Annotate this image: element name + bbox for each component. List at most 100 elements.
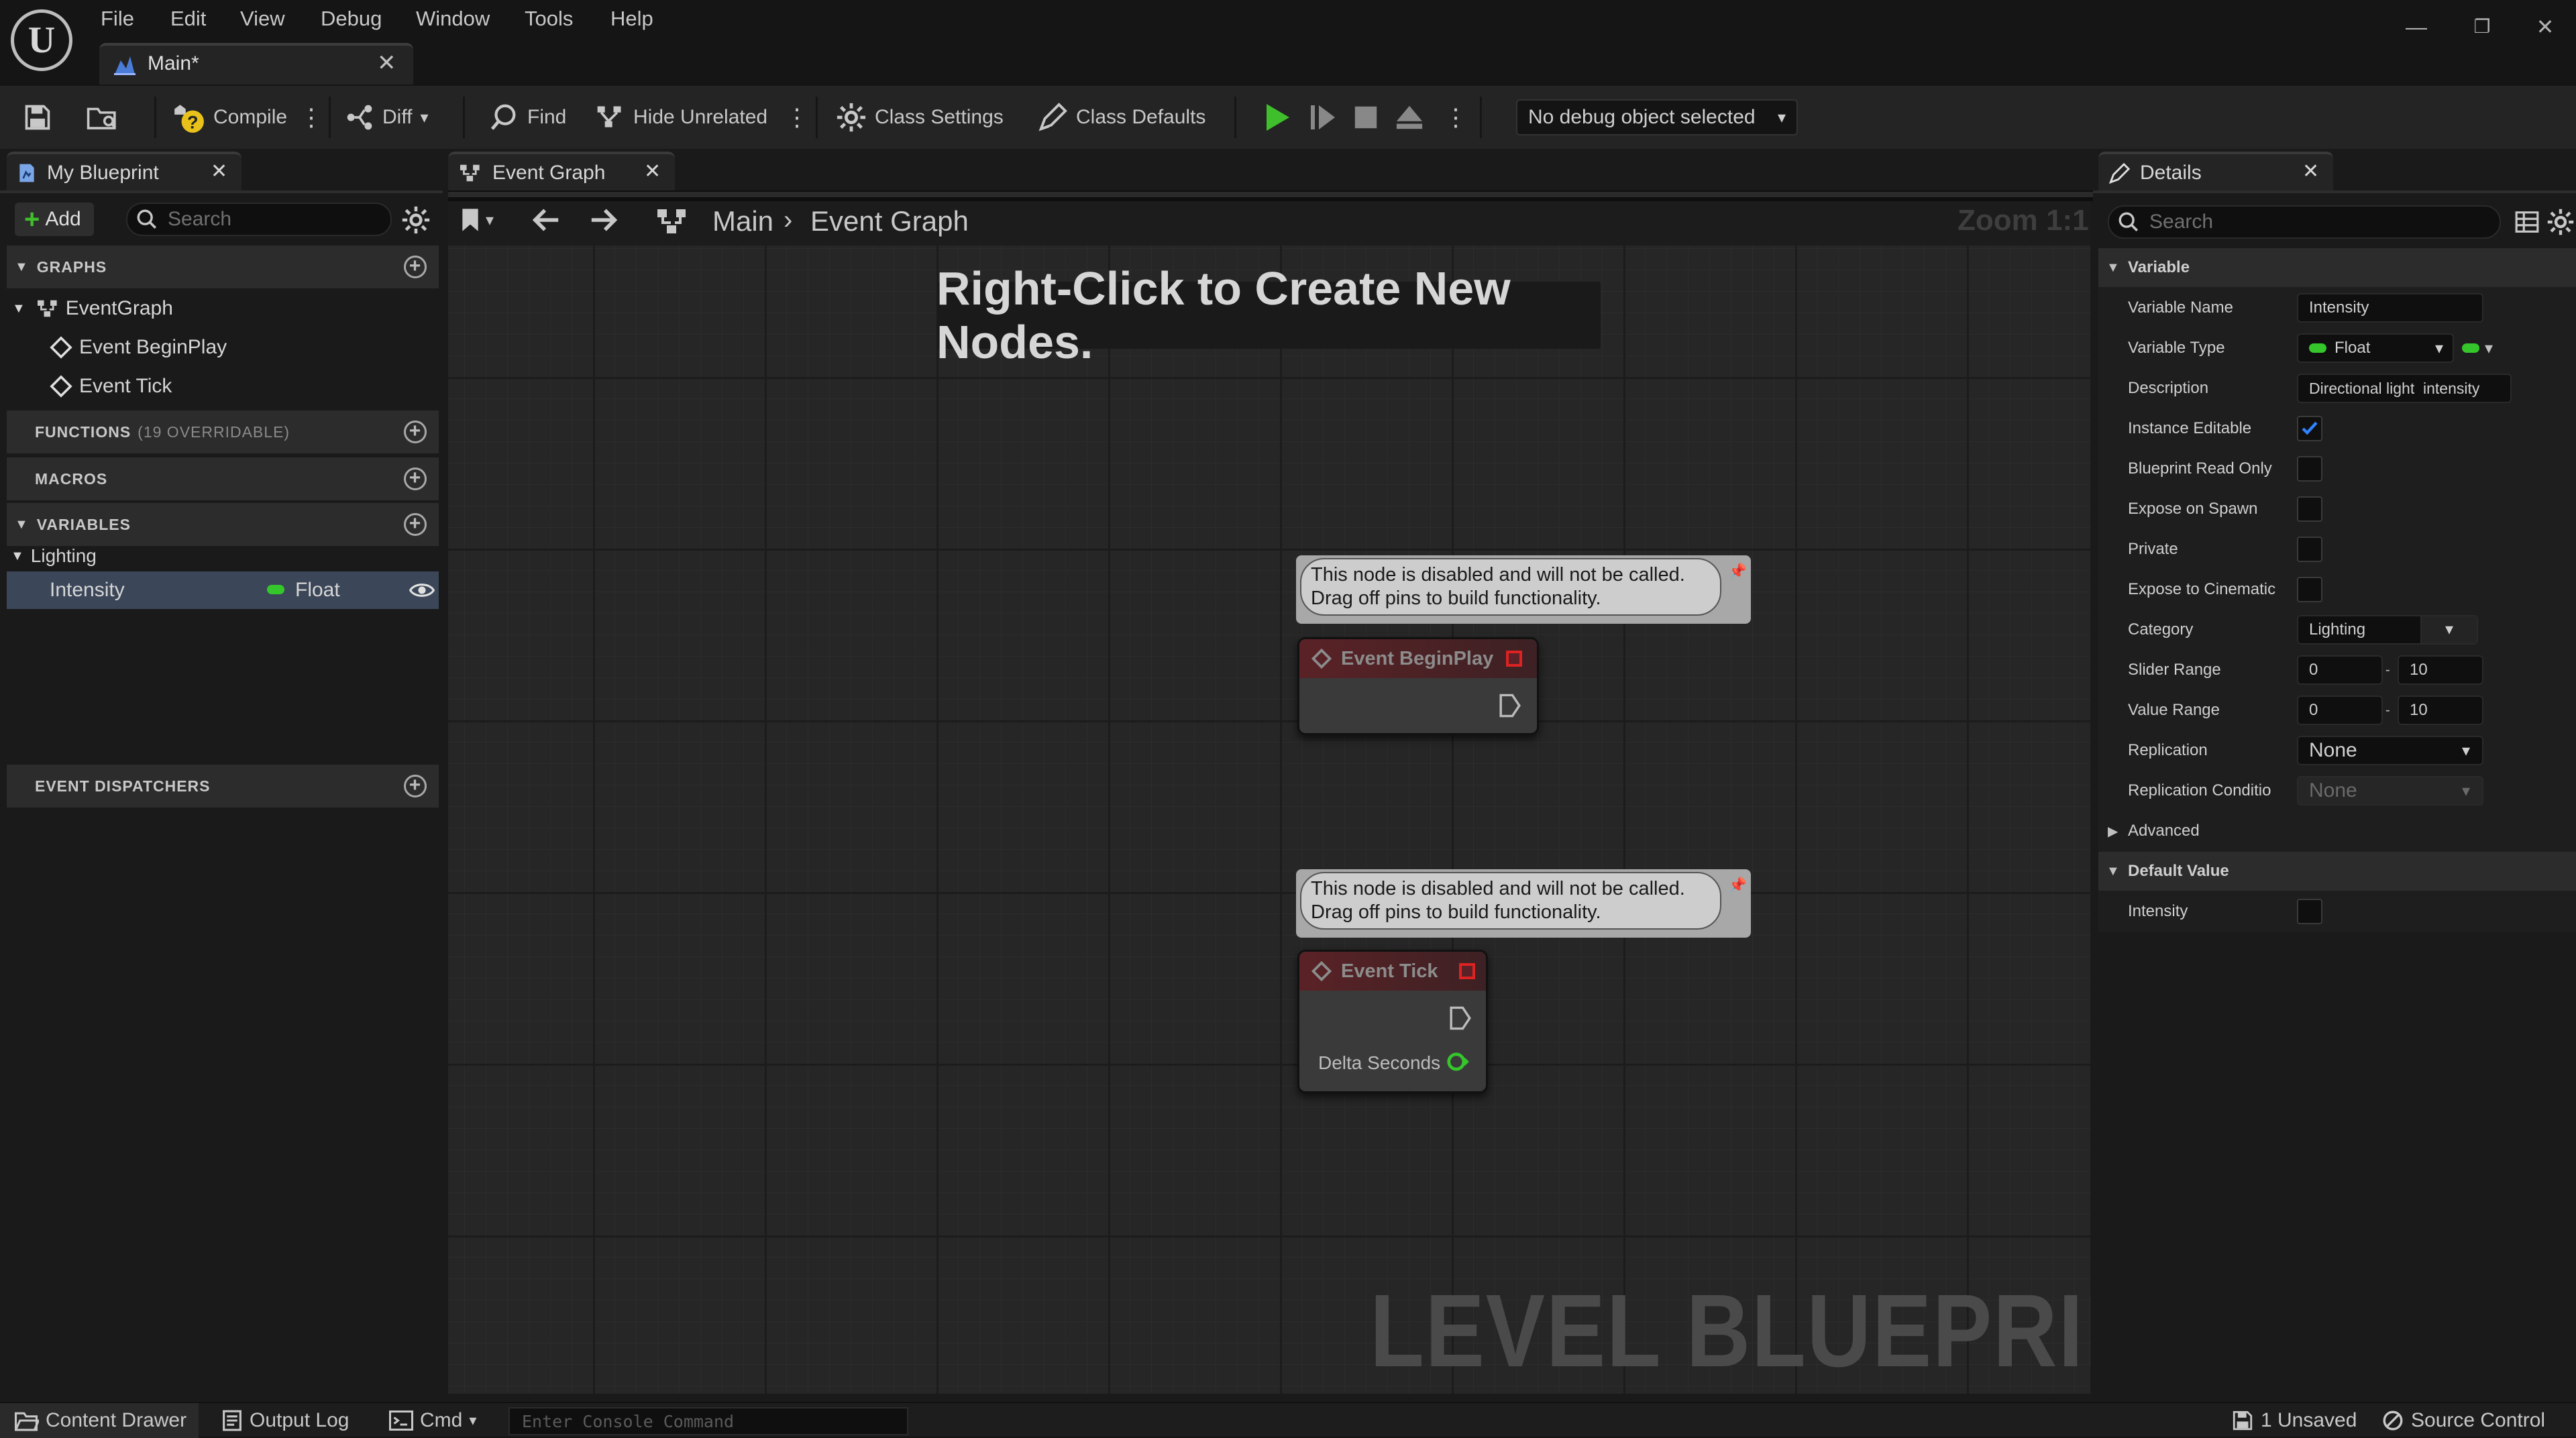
class-settings-button[interactable]: Class Settings xyxy=(836,86,1004,149)
play-button[interactable] xyxy=(1264,86,1291,149)
chevron-down-icon[interactable]: ▾ xyxy=(2420,616,2477,643)
tree-item-eventgraph[interactable]: ▼ EventGraph xyxy=(12,290,173,327)
graph-canvas[interactable]: ▾ Main › Event Graph Zoom 1:1 Right-Clic… xyxy=(448,201,2090,1394)
browse-button[interactable] xyxy=(86,86,119,149)
find-button[interactable]: Find xyxy=(488,86,566,149)
tree-item-event-tick[interactable]: Event Tick xyxy=(50,368,172,405)
variables-section-header[interactable]: ▼ VARIABLES + xyxy=(7,503,439,546)
stop-button[interactable] xyxy=(1354,86,1378,149)
bookmark-icon[interactable] xyxy=(459,207,482,233)
description-input[interactable]: Directional light intensity xyxy=(2297,374,2512,403)
menu-view[interactable]: View xyxy=(240,3,285,35)
menu-tools[interactable]: Tools xyxy=(525,3,573,35)
menu-window[interactable]: Window xyxy=(416,3,490,35)
add-graph-icon[interactable]: + xyxy=(404,256,427,278)
close-icon[interactable]: ✕ xyxy=(2302,160,2319,183)
blueprint-read-only-checkbox[interactable] xyxy=(2297,456,2322,482)
minimize-icon[interactable]: — xyxy=(2403,13,2430,40)
unreal-logo-icon[interactable]: U xyxy=(11,9,72,71)
chevron-down-icon[interactable]: ▾ xyxy=(486,211,494,230)
private-checkbox[interactable] xyxy=(2297,537,2322,562)
value-range-min-input[interactable]: 0 xyxy=(2297,696,2383,725)
exec-pin-icon[interactable] xyxy=(1448,1005,1472,1031)
breadcrumb-main[interactable]: Main xyxy=(712,205,773,237)
variable-section-header[interactable]: ▼ Variable xyxy=(2098,248,2576,288)
details-search-input[interactable]: Search xyxy=(2108,205,2501,239)
node-event-beginplay[interactable]: Event BeginPlay xyxy=(1297,637,1539,735)
debug-object-dropdown[interactable]: No debug object selected ▾ xyxy=(1516,99,1798,135)
close-icon[interactable]: ✕ xyxy=(644,160,661,183)
content-drawer-button[interactable]: Content Drawer xyxy=(13,1403,186,1438)
save-button[interactable] xyxy=(23,86,52,149)
eye-icon[interactable] xyxy=(409,581,435,600)
my-blueprint-tab[interactable]: My Blueprint ✕ xyxy=(7,152,241,190)
variable-type-dropdown[interactable]: Float ▾ xyxy=(2297,333,2454,363)
category-combo[interactable]: Lighting ▾ xyxy=(2297,615,2478,645)
source-control-button[interactable]: Source Control xyxy=(2381,1403,2545,1438)
instance-editable-checkbox[interactable] xyxy=(2297,416,2322,441)
more-options-icon[interactable]: ⋮ xyxy=(785,86,809,149)
add-macro-icon[interactable]: + xyxy=(404,467,427,490)
variable-category-lighting[interactable]: ▼ Lighting xyxy=(11,541,97,571)
delegate-pin-icon[interactable] xyxy=(1506,651,1522,667)
restore-icon[interactable]: ❐ xyxy=(2469,13,2496,40)
console-command-input[interactable]: Enter Console Command xyxy=(508,1407,908,1435)
blueprint-search-input[interactable]: Search xyxy=(126,203,392,236)
breadcrumb-event-graph[interactable]: Event Graph xyxy=(810,205,969,237)
default-value-section-header[interactable]: ▼ Default Value xyxy=(2098,852,2576,892)
pin-icon[interactable]: 📌 xyxy=(1729,559,1747,583)
cmd-dropdown[interactable]: Cmd ▾ xyxy=(389,1403,476,1438)
class-defaults-button[interactable]: Class Defaults xyxy=(1037,86,1205,149)
menu-file[interactable]: File xyxy=(101,3,134,35)
document-tab-main[interactable]: Main* ✕ xyxy=(99,43,413,85)
settings-gear-icon[interactable] xyxy=(2546,208,2575,236)
macros-section-header[interactable]: MACROS + xyxy=(7,457,439,500)
node-event-tick[interactable]: Event Tick Delta Seconds xyxy=(1297,950,1488,1093)
tree-item-event-beginplay[interactable]: Event BeginPlay xyxy=(50,329,227,366)
advanced-section-header[interactable]: ▶ Advanced xyxy=(2098,812,2576,852)
unsaved-button[interactable]: 1 Unsaved xyxy=(2231,1403,2357,1438)
table-view-icon[interactable] xyxy=(2514,209,2540,235)
window-close-icon[interactable]: ✕ xyxy=(2532,13,2559,40)
add-dispatcher-icon[interactable]: + xyxy=(404,775,427,797)
exec-pin-icon[interactable] xyxy=(1498,693,1522,718)
functions-section-header[interactable]: FUNCTIONS (19 OVERRIDABLE) + xyxy=(7,410,439,453)
default-intensity-checkbox[interactable] xyxy=(2297,899,2322,924)
container-type-dropdown[interactable]: ▾ xyxy=(2462,339,2493,358)
close-icon[interactable]: ✕ xyxy=(377,50,396,76)
diff-button[interactable]: Diff ▾ xyxy=(345,86,429,149)
details-tab[interactable]: Details ✕ xyxy=(2098,152,2333,190)
row-variable-type: Variable Type Float ▾ ▾ xyxy=(2098,329,2576,369)
event-dispatchers-section-header[interactable]: EVENT DISPATCHERS + xyxy=(7,765,439,808)
back-arrow-icon[interactable] xyxy=(531,207,561,233)
settings-gear-icon[interactable] xyxy=(401,205,431,235)
graphs-section-header[interactable]: ▼ GRAPHS + xyxy=(7,245,439,288)
compile-button[interactable]: ? Compile xyxy=(172,86,287,149)
play-options-icon[interactable]: ⋮ xyxy=(1444,86,1468,149)
float-pin-icon[interactable] xyxy=(1446,1051,1471,1072)
compile-options-icon[interactable]: ⋮ xyxy=(299,86,323,149)
add-variable-icon[interactable]: + xyxy=(404,513,427,536)
menu-help[interactable]: Help xyxy=(610,3,653,35)
replication-dropdown[interactable]: None ▾ xyxy=(2297,736,2483,765)
add-function-icon[interactable]: + xyxy=(404,421,427,443)
menu-edit[interactable]: Edit xyxy=(170,3,206,35)
add-button[interactable]: + Add xyxy=(15,203,94,236)
eject-button[interactable] xyxy=(1395,86,1424,149)
advance-frame-button[interactable] xyxy=(1309,86,1336,149)
hide-unrelated-button[interactable]: Hide Unrelated xyxy=(594,86,767,149)
delegate-pin-icon[interactable] xyxy=(1459,963,1475,979)
variable-row-intensity[interactable]: Intensity Float xyxy=(7,571,439,609)
close-icon[interactable]: ✕ xyxy=(211,160,227,183)
slider-range-min-input[interactable]: 0 xyxy=(2297,655,2383,685)
slider-range-max-input[interactable]: 10 xyxy=(2398,655,2483,685)
variable-name-input[interactable]: Intensity xyxy=(2297,293,2483,323)
menu-debug[interactable]: Debug xyxy=(321,3,382,35)
pin-icon[interactable]: 📌 xyxy=(1729,873,1747,897)
value-range-max-input[interactable]: 10 xyxy=(2398,696,2483,725)
expose-to-cinematics-checkbox[interactable] xyxy=(2297,577,2322,602)
output-log-button[interactable]: Output Log xyxy=(221,1403,349,1438)
expose-on-spawn-checkbox[interactable] xyxy=(2297,496,2322,522)
forward-arrow-icon[interactable] xyxy=(589,207,619,233)
event-graph-tab[interactable]: Event Graph ✕ xyxy=(448,152,675,190)
